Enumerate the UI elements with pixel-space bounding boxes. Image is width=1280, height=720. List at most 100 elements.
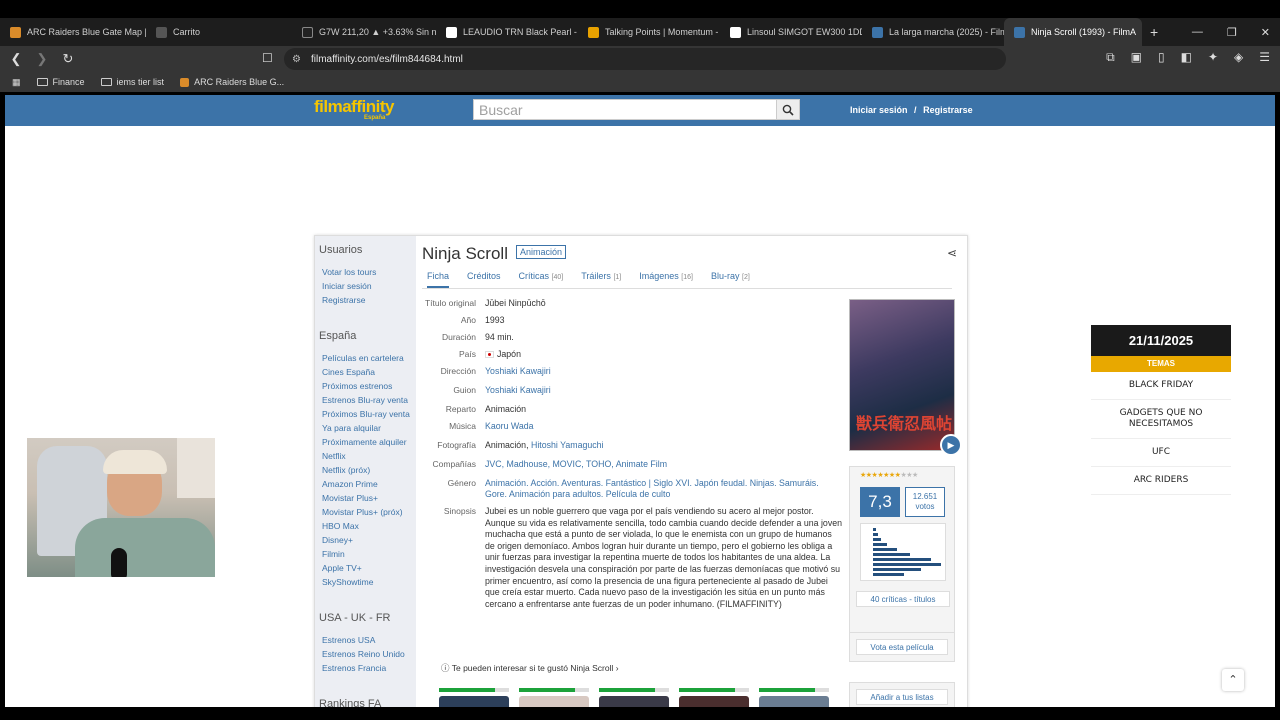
tab-bluray[interactable]: Blu-ray [2] <box>711 271 750 288</box>
minimize-icon[interactable]: — <box>1192 26 1203 38</box>
site-info-icon[interactable]: ⚙ <box>292 54 301 65</box>
criticas-button[interactable]: 40 críticas - títulos <box>856 591 950 607</box>
forward-icon[interactable]: ❯ <box>32 51 52 67</box>
close-window-icon[interactable]: ✕ <box>1261 26 1270 39</box>
nav-link[interactable]: Registrarse <box>322 296 416 305</box>
menu-icon[interactable]: ☰ <box>1259 50 1270 65</box>
nav-link[interactable]: HBO Max <box>322 522 416 531</box>
tab-3[interactable]: G7W 211,20 ▲ +3.63% Sin nom <box>292 18 436 46</box>
nav-link[interactable]: Cines España <box>322 368 416 377</box>
leo-icon[interactable]: ✦ <box>1208 50 1218 65</box>
extensions-icon[interactable]: ⧉ <box>1106 50 1115 65</box>
favicon-icon <box>156 26 167 38</box>
sidebar-icon[interactable]: ▯ <box>1158 50 1165 65</box>
tab-criticas[interactable]: Críticas [40] <box>519 271 564 288</box>
scroll-top-button[interactable]: ⌃ <box>1222 669 1244 691</box>
suggestion-item[interactable] <box>439 688 509 707</box>
nav-link[interactable]: Movistar Plus+ (próx) <box>322 508 416 517</box>
nav-link[interactable]: Disney+ <box>322 536 416 545</box>
back-icon[interactable]: ❮ <box>6 51 26 67</box>
ad-item[interactable]: ARC RIDERS <box>1091 467 1231 495</box>
nav-link[interactable]: Filmin <box>322 550 416 559</box>
nav-link[interactable]: Netflix (próx) <box>322 466 416 475</box>
row-original-title: Título original Jūbei Ninpūchō <box>424 298 546 308</box>
toolbar-icons: ⧉ ▣ ▯ ◧ ✦ ◈ ☰ <box>1106 50 1270 65</box>
bookmark-arc[interactable]: ARC Raiders Blue G... <box>180 77 284 87</box>
film-poster[interactable]: 獣兵衛忍風帖 <box>849 299 955 451</box>
suggestion-thumbnails <box>439 688 829 707</box>
address-bar[interactable]: ⚙ filmaffinity.com/es/film844684.html <box>284 48 1006 70</box>
nav-link[interactable]: Estrenos Blu-ray venta <box>322 396 416 405</box>
suggestion-item[interactable] <box>759 688 829 707</box>
nav-link[interactable]: Netflix <box>322 452 416 461</box>
nav-link[interactable]: Ya para alquilar <box>322 424 416 433</box>
histogram-bar <box>873 538 881 541</box>
genre-badge[interactable]: Animación <box>516 245 567 259</box>
url-text: filmaffinity.com/es/film844684.html <box>310 53 463 65</box>
tab-1[interactable]: ARC Raiders Blue Gate Map | M <box>0 18 146 46</box>
tab-creditos[interactable]: Créditos <box>467 271 501 288</box>
row-duration: Duración 94 min. <box>441 332 514 342</box>
ad-item[interactable]: GADGETS QUE NO NECESITAMOS <box>1091 400 1231 439</box>
nav-link[interactable]: Próximos Blu-ray venta <box>322 410 416 419</box>
poster-title: 獣兵衛忍風帖 <box>856 416 953 433</box>
vote-box: Vota esta película <box>849 632 955 662</box>
suggestion-item[interactable] <box>519 688 589 707</box>
reload-icon[interactable]: ↻ <box>58 51 78 67</box>
nav-link[interactable]: SkyShowtime <box>322 578 416 587</box>
histogram-bar <box>873 558 931 561</box>
row-photography: Fotografía Animación, Hitoshi Yamaguchi <box>437 440 604 450</box>
nav-link[interactable]: Amazon Prime <box>322 480 416 489</box>
genre-links[interactable]: Animación. Acción. Aventuras. Fantástico… <box>485 478 819 499</box>
tab-ficha[interactable]: Ficha <box>427 271 450 288</box>
wallet-icon[interactable]: ◧ <box>1181 50 1192 65</box>
add-to-list-button[interactable]: Añadir a tus listas <box>856 689 948 705</box>
nav-link[interactable]: Próximamente alquiler <box>322 438 416 447</box>
nav-link[interactable]: Movistar Plus+ <box>322 494 416 503</box>
search-button[interactable] <box>776 100 799 119</box>
suggestion-item[interactable] <box>599 688 669 707</box>
tab-trailers[interactable]: Tráilers [1] <box>581 271 621 288</box>
composer-link[interactable]: Kaoru Wada <box>485 421 534 431</box>
companies-link[interactable]: JVC, Madhouse, MOVIC, TOHO, Animate Film <box>485 459 667 469</box>
play-trailer-icon[interactable]: ▶ <box>940 434 962 456</box>
tab-5[interactable]: Talking Points | Momentum - o <box>578 18 720 46</box>
ad-banner[interactable]: 21/11/2025 TEMAS BLACK FRIDAY GADGETS QU… <box>1091 325 1231 497</box>
screenshot-icon[interactable]: ▣ <box>1131 50 1142 65</box>
nav-link[interactable]: Estrenos Reino Unido <box>322 650 416 659</box>
nav-link[interactable]: Estrenos USA <box>322 636 416 645</box>
bookmark-finance[interactable]: Finance <box>36 77 85 87</box>
share-icon[interactable]: ⋖ <box>947 246 957 260</box>
director-link[interactable]: Yoshiaki Kawajiri <box>485 366 551 376</box>
ad-item[interactable]: BLACK FRIDAY <box>1091 372 1231 400</box>
login-link[interactable]: Iniciar sesión <box>850 105 908 115</box>
nav-link[interactable]: Apple TV+ <box>322 564 416 573</box>
tab-imagenes[interactable]: Imágenes [16] <box>639 271 693 288</box>
restore-icon[interactable]: ❐ <box>1227 26 1237 39</box>
apps-icon[interactable]: ▦ <box>12 77 21 88</box>
register-link[interactable]: Registrarse <box>923 105 973 115</box>
rating-histogram <box>860 523 946 581</box>
nav-link[interactable]: Iniciar sesión <box>322 282 416 291</box>
nav-link[interactable]: Próximos estrenos <box>322 382 416 391</box>
site-logo[interactable]: filmaffinity España <box>314 97 394 121</box>
suggestions-heading[interactable]: ⓘ Te pueden interesar si te gustó Ninja … <box>441 662 619 674</box>
new-tab-icon[interactable]: + <box>1150 24 1158 40</box>
nav-link[interactable]: Películas en cartelera <box>322 354 416 363</box>
photographer-link[interactable]: Hitoshi Yamaguchi <box>531 440 604 450</box>
tab-6[interactable]: Linsoul SIMGOT EW300 1DD+ <box>720 18 862 46</box>
tab-4[interactable]: LEAUDIO TRN Black Pearl - De <box>436 18 578 46</box>
ad-item[interactable]: UFC <box>1091 439 1231 467</box>
vpn-icon[interactable]: ◈ <box>1234 50 1243 65</box>
writer-link[interactable]: Yoshiaki Kawajiri <box>485 385 551 395</box>
bookmark-icon[interactable]: ☐ <box>262 51 273 65</box>
tab-2[interactable]: Carrito <box>146 18 292 46</box>
tab-active[interactable]: Ninja Scroll (1993) - FilmA✕ <box>1004 18 1142 46</box>
vote-button[interactable]: Vota esta película <box>856 639 948 655</box>
bookmark-iems[interactable]: iems tier list <box>100 77 164 87</box>
search-input[interactable] <box>474 100 774 119</box>
nav-link[interactable]: Estrenos Francia <box>322 664 416 673</box>
suggestion-item[interactable] <box>679 688 749 707</box>
tab-7[interactable]: La larga marcha (2025) - FilmA <box>862 18 1004 46</box>
nav-link[interactable]: Votar los tours <box>322 268 416 277</box>
